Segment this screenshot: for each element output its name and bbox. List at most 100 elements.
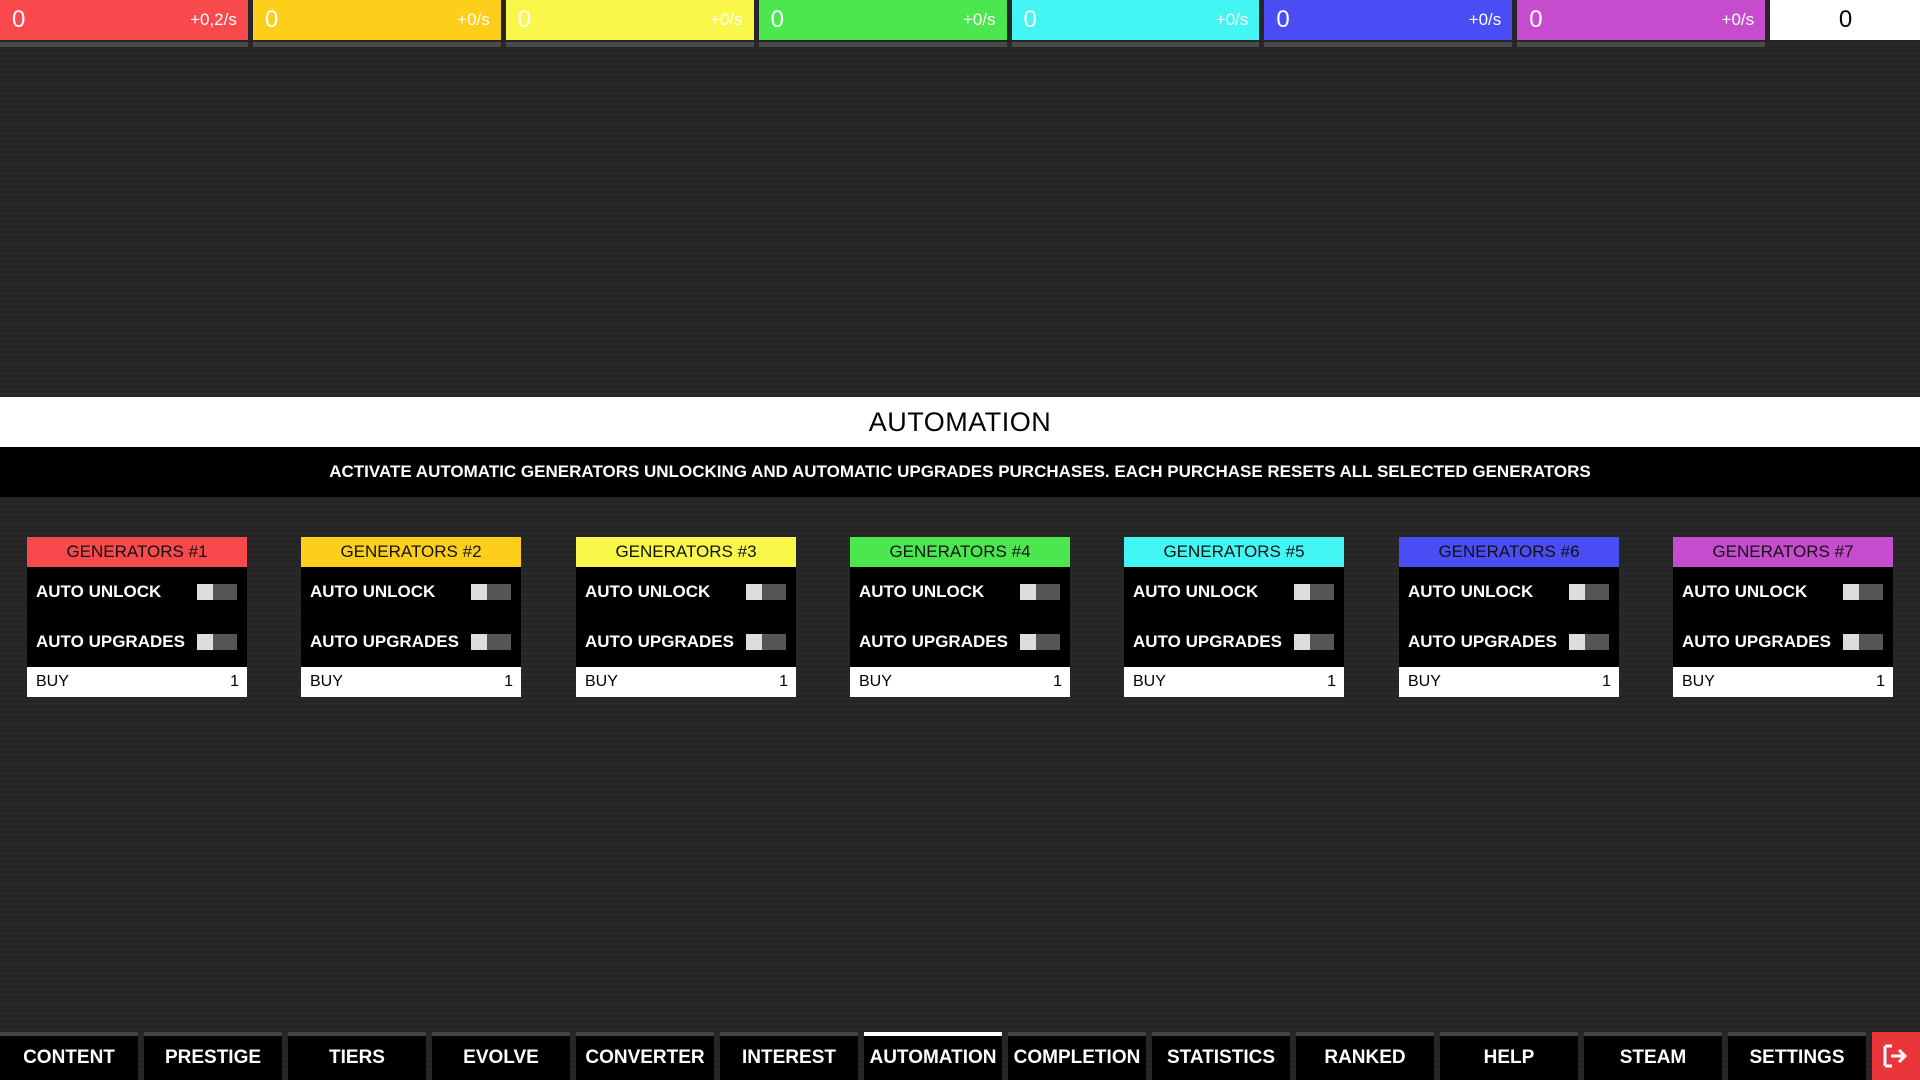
resource-total-amount: 0 [1838,6,1853,33]
generator-card-2: GENERATORS #2 AUTO UNLOCK AUTO UPGRADES … [301,537,521,697]
tab-completion[interactable]: COMPLETION [1008,1032,1146,1080]
tab-help[interactable]: HELP [1440,1032,1578,1080]
resource-progress [1517,42,1766,47]
buy-button[interactable]: BUY 1 [850,667,1070,697]
tab-content[interactable]: CONTENT [0,1032,138,1080]
auto-upgrades-label: AUTO UPGRADES [859,632,1008,651]
auto-upgrades-label: AUTO UPGRADES [36,632,185,651]
generator-card-7: GENERATORS #7 AUTO UNLOCK AUTO UPGRADES … [1673,537,1893,697]
tab-label: COMPLETION [1013,1047,1141,1068]
auto-unlock-row: AUTO UNLOCK [576,567,796,617]
auto-unlock-toggle[interactable] [1020,584,1060,600]
generator-card-4: GENERATORS #4 AUTO UNLOCK AUTO UPGRADES … [850,537,1070,697]
exit-icon [1883,1044,1908,1068]
buy-button[interactable]: BUY 1 [27,667,247,697]
resource-rate: +0/s [962,10,996,29]
tab-tiers[interactable]: TIERS [288,1032,426,1080]
generator-title: GENERATORS #7 [1673,537,1893,567]
generator-title: GENERATORS #6 [1399,537,1619,567]
resource-rate: +0/s [1215,10,1249,29]
auto-upgrades-row: AUTO UPGRADES [576,617,796,667]
auto-upgrades-toggle[interactable] [471,634,511,650]
buy-button[interactable]: BUY 1 [576,667,796,697]
auto-unlock-toggle[interactable] [471,584,511,600]
buy-cost: 1 [1602,673,1611,690]
toggle-knob [1020,584,1036,600]
tab-statistics[interactable]: STATISTICS [1152,1032,1290,1080]
resource-progress [758,42,1007,47]
tab-automation[interactable]: AUTOMATION [864,1032,1002,1080]
generator-card-1: GENERATORS #1 AUTO UNLOCK AUTO UPGRADES … [27,537,247,697]
tab-steam[interactable]: STEAM [1584,1032,1722,1080]
toggle-knob [1020,634,1036,650]
auto-upgrades-toggle[interactable] [1569,634,1609,650]
auto-unlock-row: AUTO UNLOCK [1673,567,1893,617]
auto-upgrades-toggle[interactable] [197,634,237,650]
auto-upgrades-row: AUTO UPGRADES [1399,617,1619,667]
auto-unlock-label: AUTO UNLOCK [1408,582,1534,601]
generator-card-5: GENERATORS #5 AUTO UNLOCK AUTO UPGRADES … [1124,537,1344,697]
auto-unlock-toggle[interactable] [1843,584,1883,600]
resource-total: 0 [1770,0,1920,48]
auto-upgrades-toggle[interactable] [1843,634,1883,650]
buy-label: BUY [36,673,69,690]
auto-unlock-row: AUTO UNLOCK [850,567,1070,617]
auto-upgrades-toggle[interactable] [746,634,786,650]
toggle-knob [1843,584,1859,600]
resource-amount: 0 [517,6,532,33]
exit-button[interactable] [1872,1032,1920,1080]
toggle-knob [1294,634,1310,650]
resource-amount: 0 [770,6,784,33]
tab-settings[interactable]: SETTINGS [1728,1032,1866,1080]
tab-label: SETTINGS [1749,1047,1845,1068]
auto-unlock-label: AUTO UNLOCK [585,582,711,601]
resource-rate: +0/s [1721,10,1755,29]
tab-label: STEAM [1619,1047,1687,1068]
auto-unlock-row: AUTO UNLOCK [27,567,247,617]
tab-ranked[interactable]: RANKED [1296,1032,1434,1080]
auto-unlock-toggle[interactable] [197,584,237,600]
auto-unlock-label: AUTO UNLOCK [1682,582,1808,601]
auto-unlock-row: AUTO UNLOCK [1124,567,1344,617]
toggle-knob [197,584,213,600]
generator-title: GENERATORS #5 [1124,537,1344,567]
tab-prestige[interactable]: PRESTIGE [144,1032,282,1080]
auto-upgrades-toggle[interactable] [1294,634,1334,650]
auto-unlock-toggle[interactable] [746,584,786,600]
buy-button[interactable]: BUY 1 [1124,667,1344,697]
buy-label: BUY [1682,673,1715,690]
page-title: AUTOMATION [0,397,1920,447]
toggle-knob [197,634,213,650]
tab-label: STATISTICS [1166,1047,1276,1068]
tab-label: EVOLVE [463,1047,539,1068]
buy-cost: 1 [1053,673,1062,690]
resource-amount: 0 [1529,6,1543,33]
auto-unlock-toggle[interactable] [1569,584,1609,600]
generator-cards: GENERATORS #1 AUTO UNLOCK AUTO UPGRADES … [27,537,1893,697]
resource-progress [0,42,248,47]
resource-progress [1264,42,1513,47]
buy-cost: 1 [230,673,239,690]
auto-unlock-toggle[interactable] [1294,584,1334,600]
buy-button[interactable]: BUY 1 [1399,667,1619,697]
resource-5: 0 +0/s [1011,0,1260,48]
toggle-knob [1294,584,1310,600]
toggle-knob [1569,634,1585,650]
auto-unlock-label: AUTO UNLOCK [859,582,985,601]
buy-button[interactable]: BUY 1 [1673,667,1893,697]
resource-amount: 0 [12,6,26,33]
auto-upgrades-toggle[interactable] [1020,634,1060,650]
auto-unlock-label: AUTO UNLOCK [310,582,436,601]
buy-label: BUY [310,673,343,690]
tab-label: PRESTIGE [164,1047,262,1068]
resource-4: 0 +0/s [758,0,1007,48]
resource-6: 0 +0/s [1264,0,1513,48]
buy-button[interactable]: BUY 1 [301,667,521,697]
tab-evolve[interactable]: EVOLVE [432,1032,570,1080]
buy-label: BUY [1133,673,1166,690]
tab-converter[interactable]: CONVERTER [576,1032,714,1080]
auto-unlock-label: AUTO UNLOCK [36,582,162,601]
tab-interest[interactable]: INTEREST [720,1032,858,1080]
auto-upgrades-row: AUTO UPGRADES [850,617,1070,667]
auto-upgrades-label: AUTO UPGRADES [1133,632,1282,651]
